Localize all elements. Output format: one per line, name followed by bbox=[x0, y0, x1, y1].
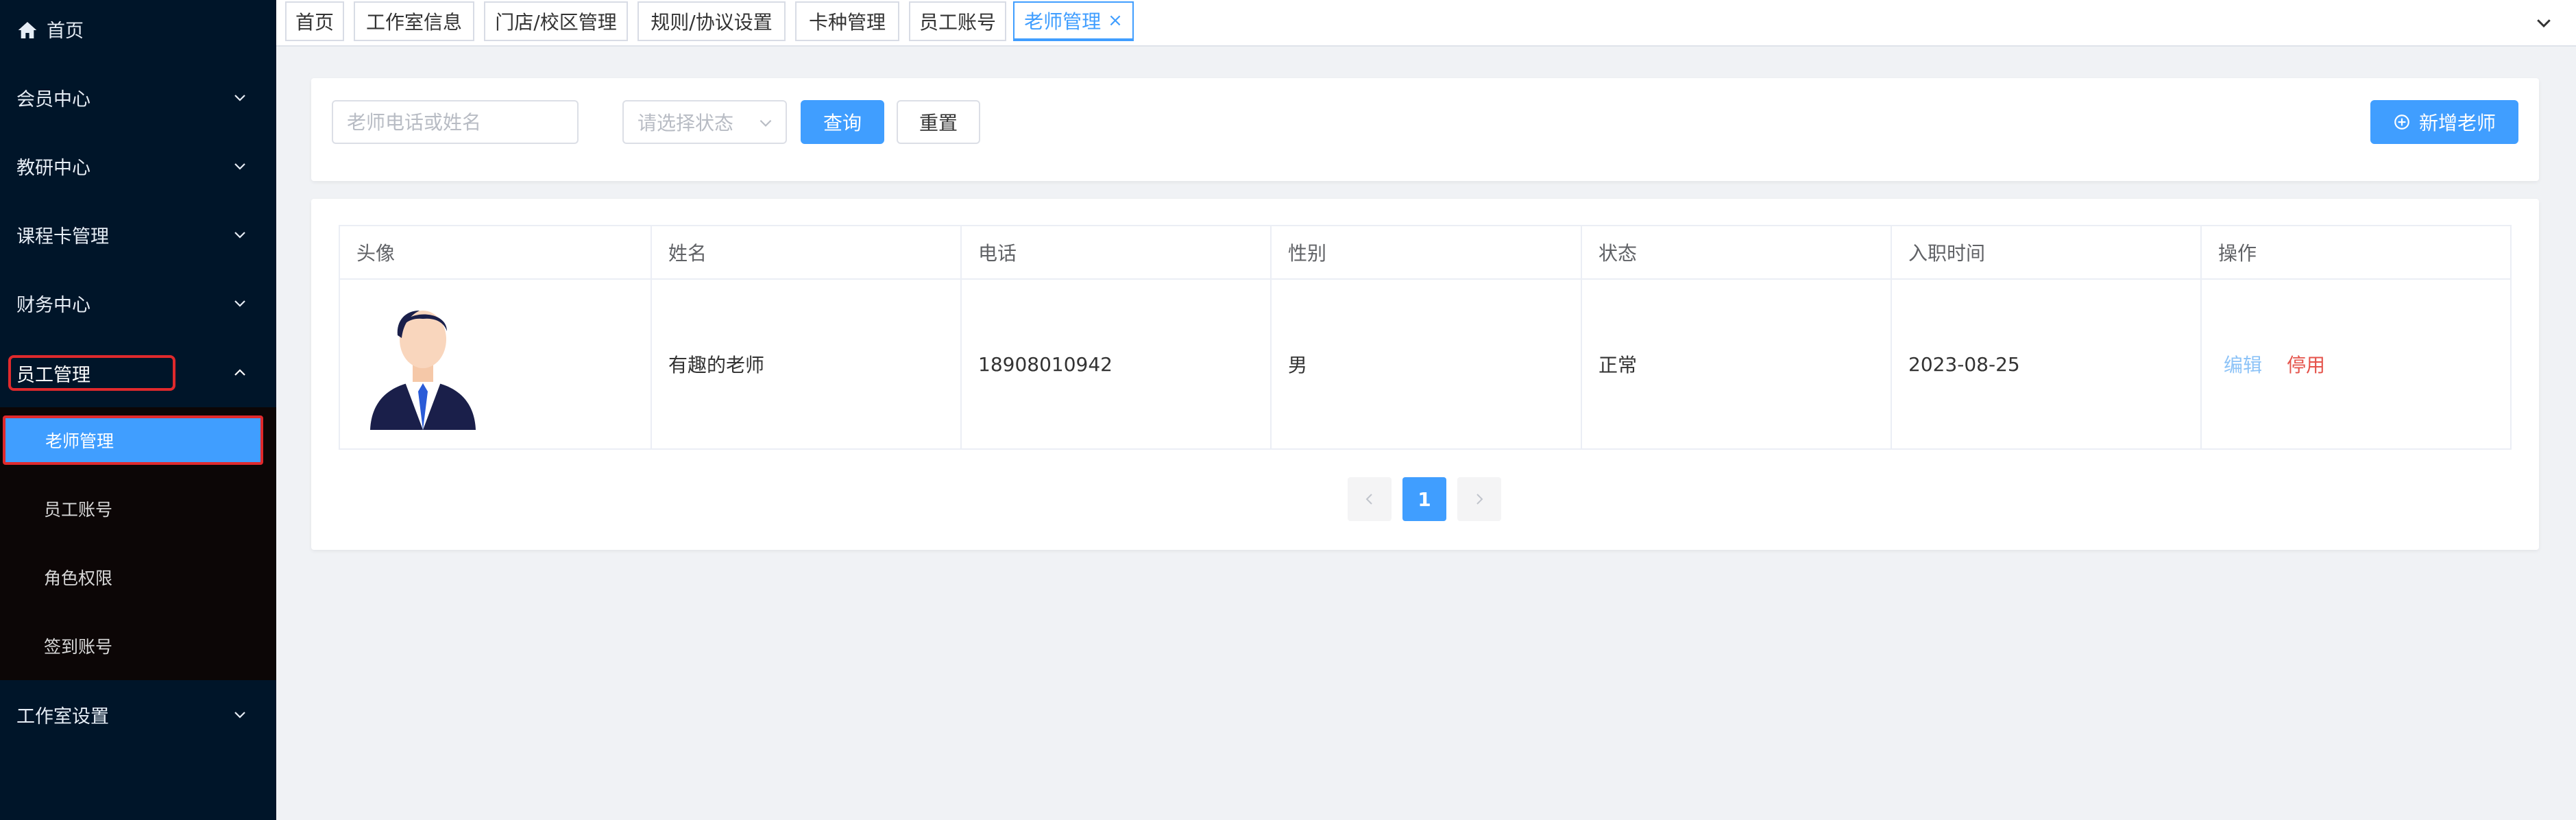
disable-link[interactable]: 停用 bbox=[2287, 350, 2325, 378]
tab-label: 首页 bbox=[295, 11, 334, 34]
close-icon[interactable]: × bbox=[1108, 10, 1123, 31]
sidebar-item-home[interactable]: 首页 bbox=[0, 0, 276, 58]
sidebar-group-research-center[interactable]: 教研中心 bbox=[0, 132, 276, 200]
cell-actions: 编辑 停用 bbox=[2202, 280, 2510, 448]
tab-label: 卡种管理 bbox=[808, 11, 886, 34]
sidebar-group-member-center[interactable]: 会员中心 bbox=[0, 63, 276, 132]
sidebar-item-label: 工作室设置 bbox=[16, 706, 109, 727]
query-button[interactable]: 查询 bbox=[801, 100, 884, 144]
teacher-avatar-icon bbox=[365, 296, 481, 433]
pagination-page-button[interactable]: 1 bbox=[1402, 477, 1446, 521]
sidebar-item-label: 首页 bbox=[47, 20, 84, 42]
plus-circle-icon bbox=[2393, 113, 2411, 131]
chevron-down-icon bbox=[232, 295, 248, 311]
sidebar-item-label: 角色权限 bbox=[44, 568, 113, 588]
tab-teacher-management[interactable]: 老师管理 × bbox=[1013, 1, 1134, 41]
sidebar-item-role-permissions[interactable]: 角色权限 bbox=[0, 543, 276, 612]
tab-home[interactable]: 首页 bbox=[285, 1, 344, 41]
sidebar-item-label: 教研中心 bbox=[16, 157, 90, 179]
cell-phone: 18908010942 bbox=[962, 280, 1272, 448]
cell-avatar bbox=[340, 280, 652, 448]
tab-staff-accounts[interactable]: 员工账号 bbox=[909, 1, 1006, 41]
home-icon bbox=[16, 19, 38, 41]
tab-rules-agreements[interactable]: 规则/协议设置 bbox=[637, 1, 786, 41]
sidebar-item-label: 会员中心 bbox=[16, 88, 90, 110]
chevron-down-icon[interactable] bbox=[2534, 12, 2554, 33]
sidebar-group-finance[interactable]: 财务中心 bbox=[0, 269, 276, 337]
staff-submenu: 老师管理 员工账号 角色权限 签到账号 bbox=[0, 407, 276, 680]
tab-card-types[interactable]: 卡种管理 bbox=[795, 1, 899, 41]
table-row: 有趣的老师 18908010942 男 正常 2023-08-25 编辑 停用 bbox=[340, 280, 2510, 448]
add-teacher-button[interactable]: 新增老师 bbox=[2370, 100, 2518, 144]
header-hire-date: 入职时间 bbox=[1892, 226, 2202, 278]
sidebar-item-label: 财务中心 bbox=[16, 294, 90, 316]
chevron-down-icon bbox=[232, 706, 248, 723]
sidebar-item-label: 员工账号 bbox=[44, 500, 113, 520]
teacher-table: 头像 姓名 电话 性别 状态 入职时间 操作 有趣的老师 18908010942 bbox=[339, 225, 2512, 450]
add-teacher-button-label: 新增老师 bbox=[2418, 112, 2496, 134]
sidebar-item-label: 课程卡管理 bbox=[16, 226, 109, 248]
header-avatar: 头像 bbox=[340, 226, 652, 278]
header-gender: 性别 bbox=[1272, 226, 1582, 278]
search-input[interactable] bbox=[332, 100, 579, 144]
reset-button[interactable]: 重置 bbox=[897, 100, 980, 144]
tab-studio-info[interactable]: 工作室信息 bbox=[354, 1, 474, 41]
sidebar-item-staff-accounts[interactable]: 员工账号 bbox=[0, 474, 276, 543]
chevron-down-icon bbox=[232, 158, 248, 174]
tab-store-campus[interactable]: 门店/校区管理 bbox=[484, 1, 628, 41]
header-actions: 操作 bbox=[2218, 242, 2257, 265]
table-header: 头像 姓名 电话 性别 状态 入职时间 操作 bbox=[340, 226, 2510, 280]
cell-status: 正常 bbox=[1582, 280, 1892, 448]
sidebar-item-label: 老师管理 bbox=[45, 431, 114, 451]
sidebar-item-checkin-accounts[interactable]: 签到账号 bbox=[0, 612, 276, 680]
status-select-placeholder: 请选择状态 bbox=[637, 112, 734, 134]
header-status: 状态 bbox=[1582, 226, 1892, 278]
pagination-prev-button[interactable] bbox=[1348, 477, 1392, 521]
header-phone: 电话 bbox=[962, 226, 1272, 278]
chevron-down-icon bbox=[757, 114, 775, 132]
sidebar-item-teacher-management[interactable]: 老师管理 bbox=[3, 415, 263, 465]
sidebar-item-label: 签到账号 bbox=[44, 637, 113, 657]
tab-label: 工作室信息 bbox=[365, 11, 462, 34]
query-button-label: 查询 bbox=[823, 112, 862, 134]
chevron-down-icon bbox=[232, 226, 248, 243]
cell-gender: 男 bbox=[1272, 280, 1582, 448]
header-name: 姓名 bbox=[652, 226, 962, 278]
staff-group-highlight bbox=[8, 355, 175, 391]
reset-button-label: 重置 bbox=[919, 112, 958, 134]
edit-link[interactable]: 编辑 bbox=[2224, 350, 2262, 378]
sidebar-group-studio-settings[interactable]: 工作室设置 bbox=[0, 680, 276, 749]
chevron-down-icon bbox=[232, 89, 248, 106]
chevron-up-icon bbox=[232, 365, 248, 381]
status-select[interactable]: 请选择状态 bbox=[622, 100, 787, 144]
tab-label: 员工账号 bbox=[919, 11, 996, 34]
cell-name: 有趣的老师 bbox=[652, 280, 962, 448]
chevron-left-icon bbox=[1365, 494, 1372, 505]
sidebar-group-course-card[interactable]: 课程卡管理 bbox=[0, 200, 276, 269]
tab-label: 老师管理 bbox=[1024, 10, 1102, 33]
sidebar: 首页 会员中心 教研中心 课程卡管理 财务中心 员工管理 老师管理 员工账号 角… bbox=[0, 0, 276, 820]
chevron-right-icon bbox=[1477, 494, 1483, 505]
cell-hire-date: 2023-08-25 bbox=[1892, 280, 2202, 448]
pagination-next-button[interactable] bbox=[1457, 477, 1501, 521]
tab-label: 门店/校区管理 bbox=[495, 11, 617, 34]
tab-label: 规则/协议设置 bbox=[651, 11, 773, 34]
